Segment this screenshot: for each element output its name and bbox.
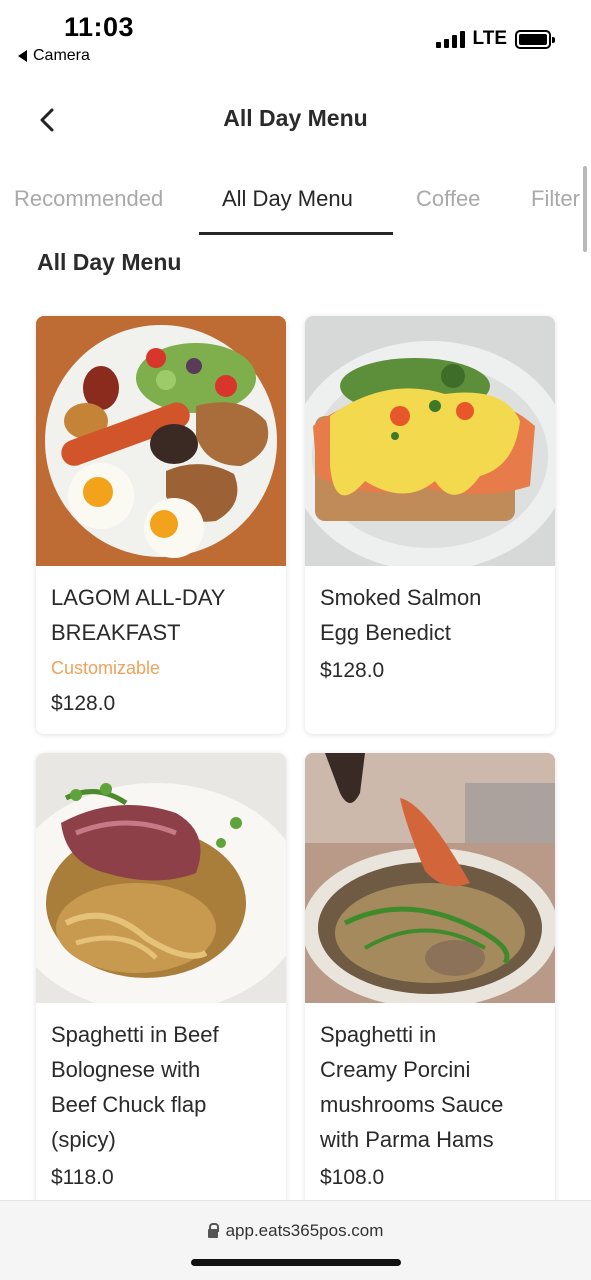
back-to-camera-link[interactable]: Camera	[18, 47, 90, 65]
battery-icon	[515, 29, 555, 49]
back-app-label: Camera	[33, 47, 90, 64]
item-price: $128.0	[320, 659, 385, 682]
lock-icon	[207, 1222, 219, 1238]
network-label: LTE	[472, 28, 507, 49]
tab-all-day-menu[interactable]: All Day Menu	[222, 186, 353, 212]
tab-coffee[interactable]: Coffee	[416, 186, 480, 212]
scrollbar[interactable]	[583, 166, 587, 252]
menu-item-card[interactable]: Spaghetti in Creamy Porcini mushrooms Sa…	[305, 753, 555, 1223]
page-title: All Day Menu	[223, 105, 368, 131]
item-name: Smoked Salmon Egg Benedict	[320, 585, 482, 645]
back-triangle-icon	[18, 50, 27, 62]
item-name: Spaghetti in Beef Bolognese with Beef Ch…	[51, 1022, 219, 1152]
category-tabs: Recommended All Day Menu Coffee Filter	[0, 180, 591, 238]
item-price: $118.0	[51, 1166, 114, 1189]
menu-item-card[interactable]: LAGOM ALL-DAY BREAKFAST Customizable $12…	[36, 316, 286, 734]
browser-address-bar[interactable]: app.eats365pos.com	[0, 1200, 591, 1280]
item-name: LAGOM ALL-DAY BREAKFAST	[51, 585, 226, 645]
menu-item-card[interactable]: Smoked Salmon Egg Benedict $128.0	[305, 316, 555, 734]
active-tab-indicator	[199, 232, 393, 235]
item-name: Spaghetti in Creamy Porcini mushrooms Sa…	[320, 1022, 504, 1152]
menu-item-card[interactable]: Spaghetti in Beef Bolognese with Beef Ch…	[36, 753, 286, 1223]
section-title: All Day Menu	[37, 249, 182, 275]
item-price: $128.0	[51, 692, 116, 715]
item-price: $108.0	[320, 1166, 385, 1189]
tab-recommended[interactable]: Recommended	[14, 186, 163, 212]
home-indicator[interactable]	[191, 1259, 401, 1266]
food-image-porcini-spaghetti	[305, 753, 555, 1003]
food-image-salmon-benedict	[305, 316, 555, 566]
food-image-breakfast	[36, 316, 286, 566]
page: 11:03 Camera LTE All Day Menu Recommende…	[0, 0, 591, 1280]
customizable-tag: Customizable	[51, 658, 161, 678]
signal-icon	[435, 30, 465, 48]
food-image-beef-bolognese	[36, 753, 286, 1003]
tab-filter[interactable]: Filter	[531, 186, 580, 212]
status-time: 11:03	[64, 12, 135, 42]
url-text: app.eats365pos.com	[225, 1221, 384, 1240]
status-indicators: LTE	[435, 28, 555, 50]
